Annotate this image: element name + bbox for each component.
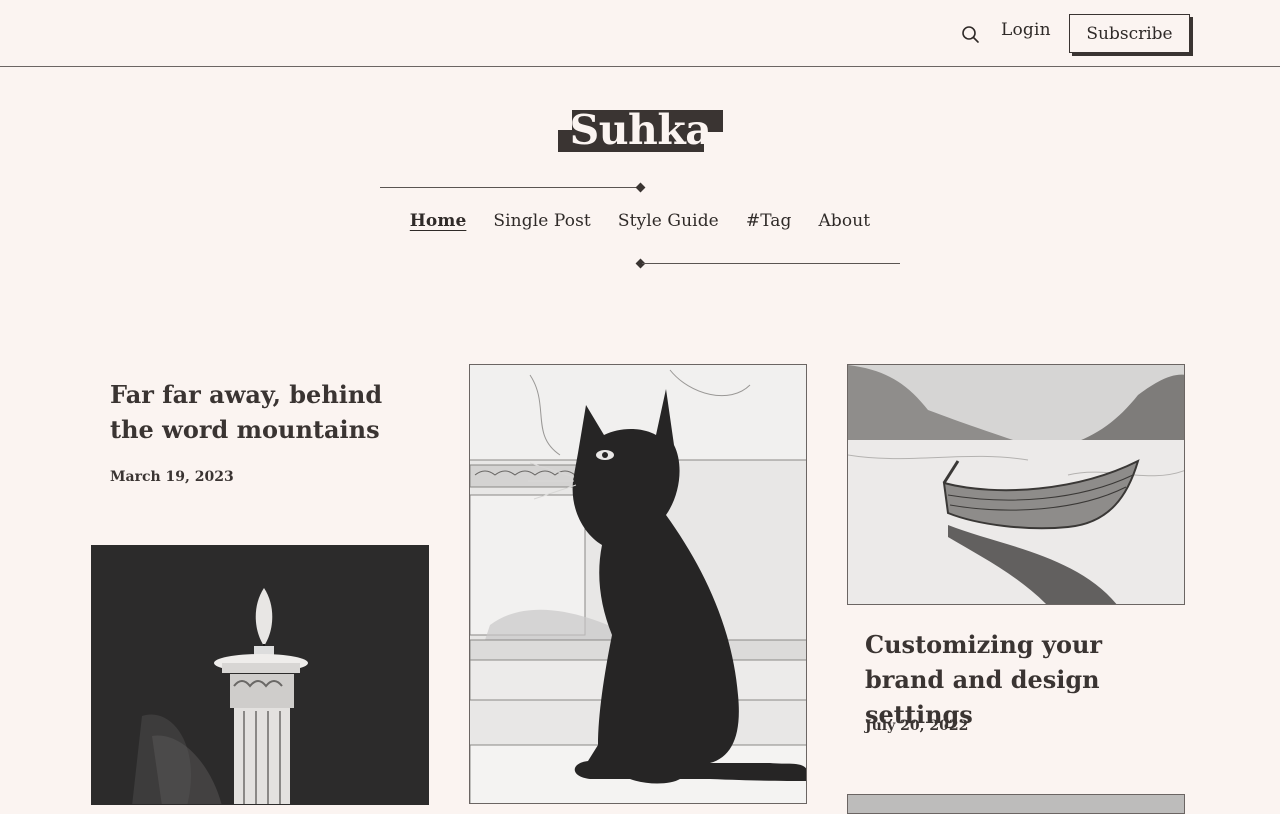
divider-line-top [380, 187, 638, 188]
post-date: March 19, 2023 [110, 469, 234, 485]
site-logo-text: Suhka [569, 106, 712, 154]
login-link[interactable]: Login [1001, 20, 1051, 40]
nav-item-single-post[interactable]: Single Post [493, 211, 590, 231]
subscribe-button[interactable]: Subscribe [1069, 14, 1190, 53]
main-navigation: Home Single Post Style Guide #Tag About [0, 211, 1280, 231]
nav-item-about[interactable]: About [819, 211, 871, 231]
post-title[interactable]: Customizing your brand and design settin… [865, 627, 1185, 732]
nav-item-home[interactable]: Home [410, 211, 467, 231]
post-title[interactable]: Far far away, behind the word mountains [110, 377, 430, 447]
post-image-cat[interactable] [469, 364, 807, 804]
search-icon[interactable] [958, 22, 982, 46]
divider-line-bottom [642, 263, 900, 264]
post-image-boat[interactable] [847, 364, 1185, 605]
post-image-candle[interactable] [91, 545, 429, 805]
post-image-next[interactable] [847, 794, 1185, 814]
site-logo[interactable]: Suhka [558, 106, 723, 154]
divider-diamond-icon [635, 182, 646, 193]
post-date: July 20, 2022 [865, 718, 969, 734]
nav-item-tag[interactable]: #Tag [746, 211, 792, 231]
nav-item-style-guide[interactable]: Style Guide [618, 211, 719, 231]
top-bar: Login Subscribe [0, 0, 1280, 67]
